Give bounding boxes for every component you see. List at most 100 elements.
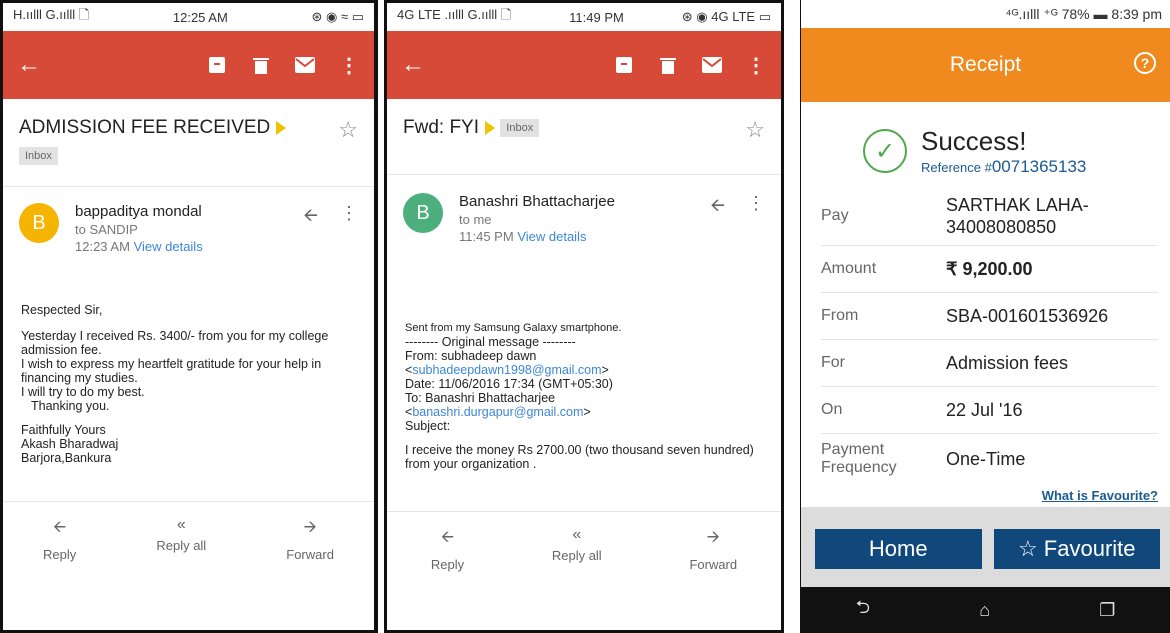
view-details-link[interactable]: View details [134, 239, 203, 254]
status-right: ⊛ ◉ 4G LTE ▭ [681, 9, 771, 24]
archive-icon[interactable] [613, 54, 635, 76]
what-is-favourite-link[interactable]: What is Favourite? [801, 488, 1170, 503]
subject-area: Fwd: FYI Inbox ☆ [387, 99, 781, 175]
row-value: 22 Jul '16 [946, 399, 1023, 420]
forward-label: Forward [286, 547, 334, 562]
row-key: Payment Frequency [821, 441, 897, 476]
forward-icon: 🡪 [303, 519, 317, 536]
status-time: 12:25 AM [172, 9, 228, 25]
status-time: 11:49 PM [569, 9, 624, 25]
reply-all-button[interactable]: « Reply all [156, 516, 206, 562]
more-icon[interactable]: ⋮ [747, 193, 765, 263]
original-message-line: -------- Original message -------- [405, 335, 576, 349]
email-subject: Fwd: FYI [403, 117, 480, 138]
subject-area: ADMISSION FEE RECEIVED Inbox ☆ [3, 99, 374, 187]
inbox-label[interactable]: Inbox [500, 118, 540, 137]
sent-from-line: Sent from my Samsung Galaxy smartphone. [405, 322, 622, 334]
reply-all-icon: « [572, 526, 582, 543]
row-key: Pay [821, 206, 849, 224]
row-value: SBA-001601536926 [946, 305, 1109, 326]
mail-icon[interactable] [294, 54, 316, 76]
reply-all-button[interactable]: « Reply all [552, 526, 602, 572]
row-value: One-Time [946, 448, 1026, 469]
toolbar: ← ⋮ [387, 31, 781, 99]
reply-button[interactable]: 🡨 Reply [43, 516, 76, 562]
importance-marker-icon [485, 120, 496, 135]
receipt-screen: ⁴ᴳ.ıılll ⁺ᴳ 78% ▬ 8:39 pm Receipt ? ✓ Su… [800, 0, 1170, 633]
status-right: ⊛ ◉ ≈ ▭ [311, 9, 365, 24]
forward-button[interactable]: 🡪 Forward [689, 526, 737, 572]
delete-icon[interactable] [657, 54, 679, 76]
sender-name: Banashri Bhattacharjee [459, 193, 615, 210]
row-key: For [821, 354, 845, 371]
body-line: Yesterday I received Rs. 3400/- from you… [21, 329, 329, 357]
body-line: I wish to express my heartfelt gratitude… [21, 357, 322, 385]
row-value: SARTHAK LAHA-34008080850 [946, 194, 1089, 237]
star-icon[interactable]: ☆ [745, 117, 765, 143]
receipt-title: Receipt [949, 53, 1022, 76]
mail-icon[interactable] [701, 54, 723, 76]
detail-row-amount: Amount ₹ 9,200.00 [821, 246, 1158, 293]
from-email-link[interactable]: subhadeepdawn1998@gmail.com [412, 363, 601, 377]
email-screen-1: H.ıılll G.ıılll 🗋 12:25 AM ⊛ ◉ ≈ ▭ ← ⋮ A… [0, 0, 378, 633]
reply-icon[interactable]: 🡨 [303, 203, 318, 275]
from-line: From: subhadeep dawn [405, 349, 537, 363]
favourite-button[interactable]: ☆ Favourite [993, 529, 1160, 569]
to-line: To: Banashri Bhattacharjee [405, 391, 556, 405]
forward-button[interactable]: 🡪 Forward [286, 516, 334, 562]
avatar[interactable]: B [403, 193, 443, 233]
email-body: Sent from my Samsung Galaxy smartphone. … [387, 263, 781, 471]
star-icon[interactable]: ☆ [338, 117, 358, 143]
body-line: Faithfully Yours [21, 423, 106, 437]
reply-all-label: Reply all [156, 538, 207, 553]
date-line: Date: 11/06/2016 17:34 (GMT+05:30) [405, 377, 613, 391]
detail-row-pay: Pay SARTHAK LAHA-34008080850 [821, 186, 1158, 246]
action-bar: 🡨 Reply « Reply all 🡪 Forward [3, 501, 374, 562]
more-menu-icon[interactable]: ⋮ [745, 54, 767, 77]
email-time: 11:45 PM [459, 229, 514, 244]
body-line: I will try to do my best. [21, 385, 145, 399]
more-menu-icon[interactable]: ⋮ [338, 54, 360, 77]
reply-label: Reply [43, 547, 77, 562]
reply-icon: 🡨 [440, 529, 454, 546]
archive-icon[interactable] [206, 54, 228, 76]
reply-icon[interactable]: 🡨 [710, 193, 725, 263]
button-row: Home ☆ Favourite [801, 507, 1170, 587]
reference: Reference #0071365133 [921, 157, 1086, 177]
more-icon[interactable]: ⋮ [340, 203, 358, 275]
body-line: Respected Sir, [21, 303, 103, 317]
delete-icon[interactable] [250, 54, 272, 76]
reply-button[interactable]: 🡨 Reply [431, 526, 464, 572]
body-line: Thanking you. [31, 399, 110, 413]
detail-row-from: From SBA-001601536926 [821, 293, 1158, 340]
status-left: 4G LTE .ıılll G.ıılll 🗋 [397, 7, 512, 22]
back-arrow-icon[interactable]: ← [17, 51, 184, 79]
email-subject: ADMISSION FEE RECEIVED [19, 117, 271, 138]
success-block: ✓ Success! Reference #0071365133 [801, 102, 1170, 186]
body-line: Barjora,Bankura [21, 451, 112, 465]
row-key: From [821, 307, 859, 324]
back-arrow-icon[interactable]: ← [401, 51, 591, 79]
email-time: 12:23 AM [75, 239, 130, 254]
inbox-label[interactable]: Inbox [19, 147, 58, 165]
reply-all-icon: « [176, 516, 186, 533]
back-icon[interactable]: ⮌ [856, 595, 870, 625]
message-text: I receive the money Rs 2700.00 (two thou… [405, 443, 754, 471]
sender-row: B Banashri Bhattacharjee to me 11:45 PM … [387, 175, 781, 263]
reply-icon: 🡨 [53, 519, 67, 536]
to-email-link[interactable]: banashri.durgapur@gmail.com [412, 405, 583, 419]
forward-label: Forward [689, 557, 738, 572]
home-button[interactable]: Home [815, 529, 982, 569]
home-icon[interactable]: ⌂ [979, 600, 990, 621]
row-value: ₹ 9,200.00 [946, 258, 1033, 279]
view-details-link[interactable]: View details [517, 229, 586, 244]
success-title: Success! [921, 125, 1027, 156]
detail-row-frequency: Payment Frequency One-Time [821, 434, 1158, 484]
detail-row-on: On 22 Jul '16 [821, 387, 1158, 434]
recents-icon[interactable]: ❐ [1099, 600, 1115, 621]
help-icon[interactable]: ? [1134, 52, 1156, 74]
action-bar: 🡨 Reply « Reply all 🡪 Forward [387, 511, 781, 572]
avatar[interactable]: B [19, 203, 59, 243]
sender-name: bappaditya mondal [75, 203, 202, 220]
success-check-icon: ✓ [863, 129, 907, 173]
